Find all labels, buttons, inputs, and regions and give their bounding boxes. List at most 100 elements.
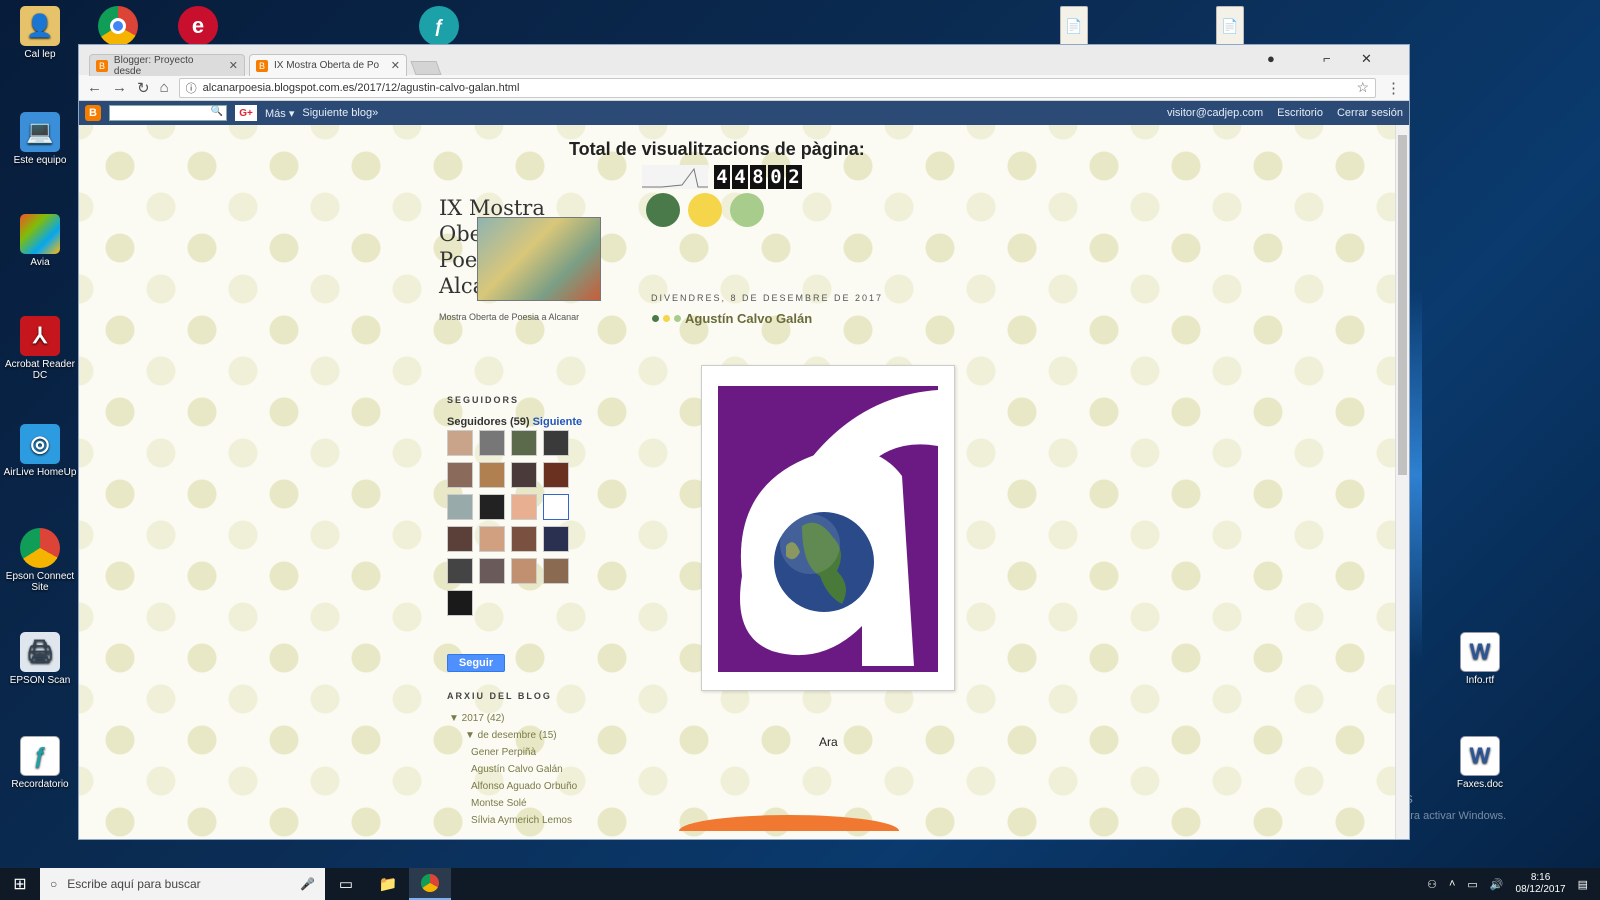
scrollbar-thumb[interactable] bbox=[1398, 135, 1407, 475]
home-icon[interactable]: ⌂ bbox=[160, 79, 169, 96]
taskbar-search-input[interactable]: ○ Escribe aquí para buscar 🎤 bbox=[40, 868, 325, 900]
word-icon[interactable]: W Faxes.doc bbox=[1440, 736, 1520, 790]
forward-icon[interactable]: → bbox=[112, 79, 127, 96]
post-title[interactable]: Agustín Calvo Galán bbox=[652, 311, 812, 326]
archive-post-link[interactable]: Sílvia Aymerich Lemos bbox=[449, 812, 577, 829]
network-icon[interactable]: ◎ AirLive HomeUp bbox=[0, 424, 80, 478]
tab-label: IX Mostra Oberta de Po bbox=[274, 60, 380, 71]
avatar[interactable] bbox=[479, 462, 505, 488]
search-icon[interactable]: 🔍 bbox=[211, 106, 223, 117]
follower-avatars bbox=[447, 430, 575, 616]
feed-icon[interactable]: ƒ Recordatorio bbox=[0, 736, 80, 790]
avatar[interactable] bbox=[543, 430, 569, 456]
people-icon[interactable]: ⚇ bbox=[1427, 878, 1437, 891]
close-icon[interactable]: ✕ bbox=[391, 59, 400, 72]
microphone-icon[interactable]: 🎤 bbox=[300, 877, 315, 891]
user-email: visitor@cadjep.com bbox=[1166, 107, 1264, 119]
windows-start-icon[interactable]: ⊞ bbox=[0, 868, 40, 900]
address-bar[interactable]: ⓘ alcanarpoesia.blogspot.com.es/2017/12/… bbox=[178, 77, 1376, 98]
avatar[interactable] bbox=[511, 494, 537, 520]
volume-icon[interactable]: 🔊 bbox=[1490, 878, 1504, 891]
chevron-up-icon[interactable]: ˄ bbox=[1449, 878, 1455, 890]
app-icon[interactable]: Avia bbox=[0, 214, 80, 268]
close-icon[interactable]: ✕ bbox=[229, 59, 238, 72]
desktop-icon-label: Acrobat Reader DC bbox=[4, 359, 76, 381]
desktop-light-streak bbox=[1408, 290, 1422, 660]
avatar[interactable] bbox=[511, 430, 537, 456]
dashboard-link[interactable]: Escritorio bbox=[1277, 107, 1323, 119]
avatar[interactable] bbox=[479, 526, 505, 552]
chrome-icon[interactable]: Epson Connect Site bbox=[0, 528, 80, 593]
archive-post-link[interactable]: Alfonso Aguado Orbuño bbox=[449, 778, 577, 795]
avatar[interactable] bbox=[447, 462, 473, 488]
avatar[interactable] bbox=[543, 462, 569, 488]
blog-archive: ▼ 2017 (42) ▼ de desembre (15) Gener Per… bbox=[449, 710, 577, 829]
tab-mostra[interactable]: B IX Mostra Oberta de Po ✕ bbox=[249, 54, 407, 76]
followers-next-link[interactable]: Siguiente bbox=[533, 416, 583, 428]
acrobat-icon[interactable]: ⅄ Acrobat Reader DC bbox=[0, 316, 80, 381]
reload-icon[interactable]: ↻ bbox=[137, 79, 150, 97]
desktop-icon-label: Este equipo bbox=[13, 155, 67, 166]
post-image[interactable] bbox=[701, 365, 955, 691]
avatar[interactable] bbox=[447, 590, 473, 616]
browser-toolbar: ← → ↻ ⌂ ⓘ alcanarpoesia.blogspot.com.es/… bbox=[79, 75, 1409, 101]
close-icon[interactable]: ✕ bbox=[1361, 51, 1372, 67]
archive-post-link[interactable]: Agustín Calvo Galán bbox=[449, 761, 577, 778]
clock[interactable]: 8:16 08/12/2017 bbox=[1516, 872, 1566, 896]
pageview-counter-title: Total de visualitzacions de pàgina: bbox=[569, 139, 865, 159]
avatar[interactable] bbox=[543, 558, 569, 584]
avatar[interactable] bbox=[479, 430, 505, 456]
avatar[interactable] bbox=[511, 526, 537, 552]
new-tab-button[interactable] bbox=[410, 61, 442, 75]
word-icon[interactable]: W Info.rtf bbox=[1440, 632, 1520, 686]
info-icon[interactable]: ⓘ bbox=[186, 80, 197, 96]
avatar[interactable] bbox=[447, 494, 473, 520]
ara-logo-image bbox=[718, 386, 938, 672]
avatar[interactable] bbox=[447, 526, 473, 552]
back-icon[interactable]: ← bbox=[87, 79, 102, 96]
desktop-icon-label: Info.rtf bbox=[1465, 675, 1495, 686]
bookmark-star-icon[interactable]: ☆ bbox=[1356, 79, 1369, 96]
avatar[interactable] bbox=[511, 462, 537, 488]
blogger-logo-icon[interactable]: B bbox=[85, 105, 101, 121]
document-icon[interactable]: 📄 bbox=[1060, 6, 1088, 46]
page-scrollbar[interactable] bbox=[1395, 125, 1409, 839]
cortana-icon: ○ bbox=[50, 877, 58, 891]
next-blog-link[interactable]: Siguiente blog» bbox=[302, 107, 378, 119]
minimize-icon[interactable]: ⌐ bbox=[1323, 51, 1331, 66]
e-app-icon[interactable]: e bbox=[178, 6, 218, 46]
computer-icon[interactable]: 💻 Este equipo bbox=[0, 112, 80, 166]
archive-post-link[interactable]: Gener Perpiñà bbox=[449, 744, 577, 761]
notifications-icon[interactable]: ▤ bbox=[1578, 878, 1588, 891]
archive-year[interactable]: ▼ 2017 (42) bbox=[449, 710, 577, 727]
file-explorer-icon[interactable]: 📁 bbox=[367, 868, 409, 900]
archive-month[interactable]: ▼ de desembre (15) bbox=[449, 727, 577, 744]
network-tray-icon[interactable]: ▭ bbox=[1467, 878, 1477, 891]
menu-icon[interactable]: ⋮ bbox=[1386, 79, 1401, 97]
chrome-taskbar-icon[interactable] bbox=[409, 868, 451, 900]
avatar[interactable] bbox=[447, 430, 473, 456]
avatar[interactable] bbox=[479, 558, 505, 584]
user-folder-icon[interactable]: 👤 Cal lep bbox=[0, 6, 80, 60]
logout-link[interactable]: Cerrar sesión bbox=[1337, 107, 1403, 119]
tab-blogger[interactable]: B Blogger: Proyecto desde ✕ bbox=[89, 54, 245, 77]
tab-bar: B Blogger: Proyecto desde ✕ B IX Mostra … bbox=[79, 45, 1409, 77]
profile-icon[interactable]: ● bbox=[1267, 51, 1275, 66]
more-menu[interactable]: Más ▾ bbox=[265, 107, 294, 120]
archive-post-link[interactable]: Montse Solé bbox=[449, 795, 577, 812]
avatar[interactable] bbox=[543, 494, 569, 520]
avatar[interactable] bbox=[543, 526, 569, 552]
clock-time: 8:16 bbox=[1530, 872, 1551, 883]
avatar[interactable] bbox=[479, 494, 505, 520]
follow-button[interactable]: Seguir bbox=[447, 654, 505, 672]
scanner-icon[interactable]: 🖨 EPSON Scan bbox=[0, 632, 80, 686]
avatar[interactable] bbox=[511, 558, 537, 584]
feed-icon[interactable]: ƒ bbox=[419, 6, 459, 46]
blog-description: Mostra Oberta de Poesia a Alcanar bbox=[439, 312, 580, 322]
chrome-icon[interactable] bbox=[98, 6, 138, 46]
task-view-icon[interactable]: ▭ bbox=[325, 868, 367, 900]
gplus-button[interactable]: G+ bbox=[235, 105, 257, 121]
document-icon[interactable]: 📄 bbox=[1216, 6, 1244, 46]
avatar[interactable] bbox=[447, 558, 473, 584]
blog-search-input[interactable]: 🔍 bbox=[109, 105, 227, 121]
